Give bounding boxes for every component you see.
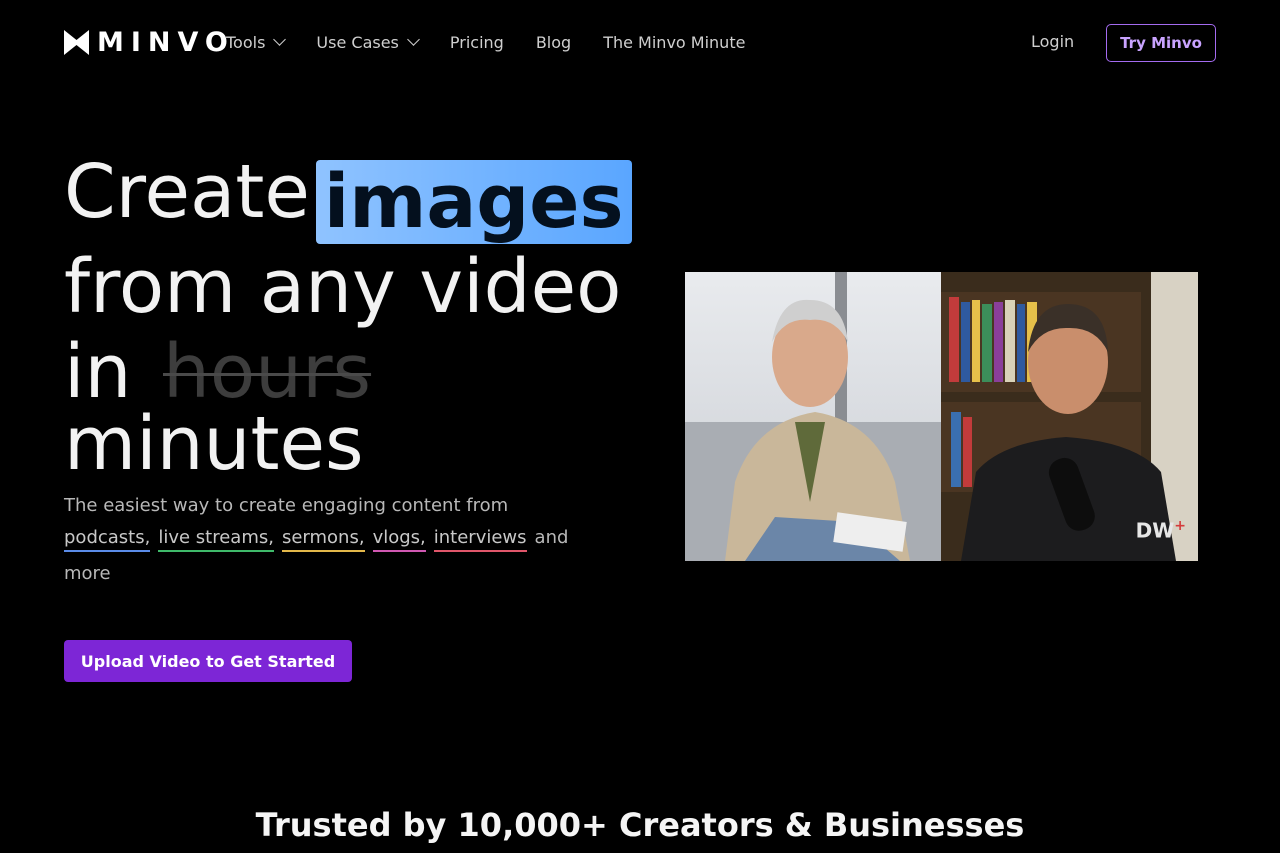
hero-description: The easiest way to create engaging conte… xyxy=(64,490,624,590)
watermark-plus: + xyxy=(1174,518,1186,535)
hero-word-create: Create xyxy=(64,149,310,235)
nav-item-label: Tools xyxy=(226,32,266,52)
nav-item-minvo-minute[interactable]: The Minvo Minute xyxy=(603,33,745,52)
login-link[interactable]: Login xyxy=(1031,32,1074,51)
upload-video-button[interactable]: Upload Video to Get Started xyxy=(64,640,352,682)
nav-item-use-cases[interactable]: Use Cases xyxy=(316,32,420,52)
dw-watermark: DW+ xyxy=(1136,518,1186,543)
logo-text: MINVO xyxy=(97,27,235,58)
speaker-left-image xyxy=(685,272,941,561)
top-nav: MINVO Tools Use Cases Pricing Blog The M… xyxy=(0,0,1280,85)
tag-sermons[interactable]: sermons, xyxy=(281,527,365,552)
hero-highlight-word: images xyxy=(315,160,632,244)
desc-intro: The easiest way to create engaging conte… xyxy=(64,495,509,516)
video-panel-right: DW+ xyxy=(941,272,1198,561)
try-minvo-button[interactable]: Try Minvo xyxy=(1106,24,1216,62)
nav-links: Tools Use Cases Pricing Blog The Minvo M… xyxy=(226,31,777,53)
video-panel-left xyxy=(685,272,941,561)
nav-item-label: The Minvo Minute xyxy=(603,32,746,52)
hero-line-4: minutes xyxy=(64,401,364,487)
hero-line-3: in hours xyxy=(64,330,632,415)
tag-podcasts[interactable]: podcasts, xyxy=(64,527,151,552)
chevron-down-icon xyxy=(407,33,420,46)
desc-and: and xyxy=(534,527,569,548)
hero-title: Create images from any video in hours min… xyxy=(64,150,632,487)
chevron-down-icon xyxy=(273,33,287,46)
nav-item-label: Blog xyxy=(535,32,572,52)
hero-line-1: Create images xyxy=(64,150,632,245)
tag-live-streams[interactable]: live streams, xyxy=(158,527,274,552)
nav-item-label: Pricing xyxy=(449,32,504,52)
nav-item-pricing[interactable]: Pricing xyxy=(450,33,504,52)
nav-item-label: Use Cases xyxy=(316,32,399,52)
desc-more: more xyxy=(64,563,111,584)
minvo-logo-icon xyxy=(64,30,89,55)
trusted-heading: Trusted by 10,000+ Creators & Businesses xyxy=(255,806,1025,844)
tag-interviews[interactable]: interviews xyxy=(433,527,527,552)
minvo-logo[interactable]: MINVO xyxy=(64,27,235,58)
nav-item-tools[interactable]: Tools xyxy=(226,32,287,52)
watermark-text: DW xyxy=(1135,519,1175,543)
hero-video[interactable]: DW+ xyxy=(685,272,1198,561)
tag-vlogs[interactable]: vlogs, xyxy=(372,527,426,552)
nav-item-blog[interactable]: Blog xyxy=(536,33,571,52)
hero-line-2: from any video xyxy=(64,244,622,330)
